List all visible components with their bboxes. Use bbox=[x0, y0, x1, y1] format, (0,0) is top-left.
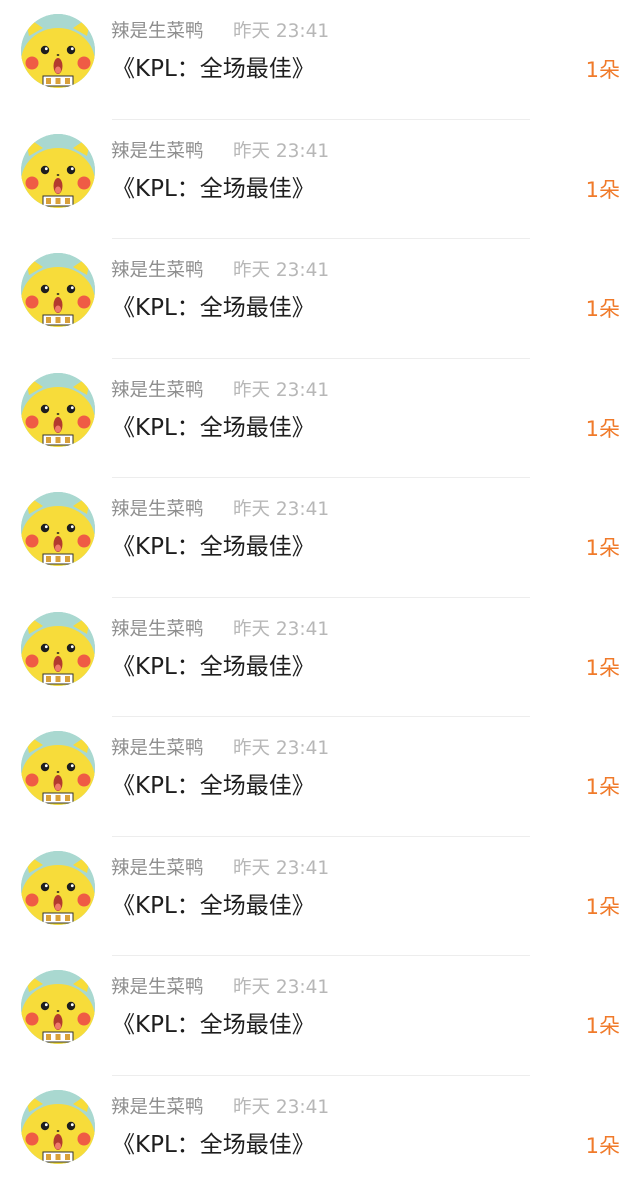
message-time: 昨天 23:41 bbox=[233, 737, 329, 761]
message-time: 昨天 23:41 bbox=[233, 20, 329, 44]
message-time: 昨天 23:41 bbox=[233, 140, 329, 164]
message-text: 《KPL：全场最佳》 bbox=[112, 652, 315, 682]
message-text: 《KPL：全场最佳》 bbox=[112, 771, 315, 801]
avatar[interactable] bbox=[21, 14, 95, 88]
list-item[interactable]: 辣是生菜鸭 昨天 23:41 《KPL：全场最佳》 1朵 bbox=[0, 120, 640, 240]
message-text: 《KPL：全场最佳》 bbox=[112, 413, 315, 443]
message-text: 《KPL：全场最佳》 bbox=[112, 891, 315, 921]
gift-count: 1朵 bbox=[586, 415, 620, 443]
sender-name[interactable]: 辣是生菜鸭 bbox=[111, 379, 204, 403]
sender-name[interactable]: 辣是生菜鸭 bbox=[111, 737, 204, 761]
avatar[interactable] bbox=[21, 970, 95, 1044]
sender-name[interactable]: 辣是生菜鸭 bbox=[111, 498, 204, 522]
pikachu-avatar-icon bbox=[21, 253, 95, 327]
message-time: 昨天 23:41 bbox=[233, 498, 329, 522]
message-text: 《KPL：全场最佳》 bbox=[112, 293, 315, 323]
message-time: 昨天 23:41 bbox=[233, 379, 329, 403]
message-text: 《KPL：全场最佳》 bbox=[112, 1130, 315, 1160]
sender-name[interactable]: 辣是生菜鸭 bbox=[111, 976, 204, 1000]
message-text: 《KPL：全场最佳》 bbox=[112, 174, 315, 204]
list-item[interactable]: 辣是生菜鸭 昨天 23:41 《KPL：全场最佳》 1朵 bbox=[0, 717, 640, 837]
pikachu-avatar-icon bbox=[21, 492, 95, 566]
pikachu-avatar-icon bbox=[21, 14, 95, 88]
list-item[interactable]: 辣是生菜鸭 昨天 23:41 《KPL：全场最佳》 1朵 bbox=[0, 0, 640, 120]
avatar[interactable] bbox=[21, 731, 95, 805]
sender-name[interactable]: 辣是生菜鸭 bbox=[111, 1096, 204, 1120]
gift-count: 1朵 bbox=[586, 1012, 620, 1040]
list-item[interactable]: 辣是生菜鸭 昨天 23:41 《KPL：全场最佳》 1朵 bbox=[0, 359, 640, 479]
avatar[interactable] bbox=[21, 1090, 95, 1164]
sender-name[interactable]: 辣是生菜鸭 bbox=[111, 259, 204, 283]
pikachu-avatar-icon bbox=[21, 134, 95, 208]
pikachu-avatar-icon bbox=[21, 612, 95, 686]
pikachu-avatar-icon bbox=[21, 731, 95, 805]
avatar[interactable] bbox=[21, 134, 95, 208]
gift-count: 1朵 bbox=[586, 56, 620, 84]
list-item[interactable]: 辣是生菜鸭 昨天 23:41 《KPL：全场最佳》 1朵 bbox=[0, 239, 640, 359]
list-item[interactable]: 辣是生菜鸭 昨天 23:41 《KPL：全场最佳》 1朵 bbox=[0, 837, 640, 957]
message-time: 昨天 23:41 bbox=[233, 259, 329, 283]
message-time: 昨天 23:41 bbox=[233, 618, 329, 642]
gift-count: 1朵 bbox=[586, 1132, 620, 1160]
avatar[interactable] bbox=[21, 851, 95, 925]
message-text: 《KPL：全场最佳》 bbox=[112, 532, 315, 562]
pikachu-avatar-icon bbox=[21, 1090, 95, 1164]
list-item[interactable]: 辣是生菜鸭 昨天 23:41 《KPL：全场最佳》 1朵 bbox=[0, 598, 640, 718]
list-item[interactable]: 辣是生菜鸭 昨天 23:41 《KPL：全场最佳》 1朵 bbox=[0, 1076, 640, 1195]
message-time: 昨天 23:41 bbox=[233, 857, 329, 881]
pikachu-avatar-icon bbox=[21, 851, 95, 925]
gift-count: 1朵 bbox=[586, 893, 620, 921]
sender-name[interactable]: 辣是生菜鸭 bbox=[111, 618, 204, 642]
avatar[interactable] bbox=[21, 492, 95, 566]
gift-count: 1朵 bbox=[586, 773, 620, 801]
sender-name[interactable]: 辣是生菜鸭 bbox=[111, 20, 204, 44]
message-time: 昨天 23:41 bbox=[233, 976, 329, 1000]
list-item[interactable]: 辣是生菜鸭 昨天 23:41 《KPL：全场最佳》 1朵 bbox=[0, 478, 640, 598]
avatar[interactable] bbox=[21, 612, 95, 686]
gift-count: 1朵 bbox=[586, 176, 620, 204]
pikachu-avatar-icon bbox=[21, 970, 95, 1044]
sender-name[interactable]: 辣是生菜鸭 bbox=[111, 140, 204, 164]
list-item[interactable]: 辣是生菜鸭 昨天 23:41 《KPL：全场最佳》 1朵 bbox=[0, 956, 640, 1076]
gift-count: 1朵 bbox=[586, 534, 620, 562]
message-time: 昨天 23:41 bbox=[233, 1096, 329, 1120]
gift-count: 1朵 bbox=[586, 654, 620, 682]
pikachu-avatar-icon bbox=[21, 373, 95, 447]
avatar[interactable] bbox=[21, 373, 95, 447]
gift-message-list: 辣是生菜鸭 昨天 23:41 《KPL：全场最佳》 1朵 bbox=[0, 0, 640, 1187]
sender-name[interactable]: 辣是生菜鸭 bbox=[111, 857, 204, 881]
message-text: 《KPL：全场最佳》 bbox=[112, 54, 315, 84]
gift-count: 1朵 bbox=[586, 295, 620, 323]
message-text: 《KPL：全场最佳》 bbox=[112, 1010, 315, 1040]
avatar[interactable] bbox=[21, 253, 95, 327]
